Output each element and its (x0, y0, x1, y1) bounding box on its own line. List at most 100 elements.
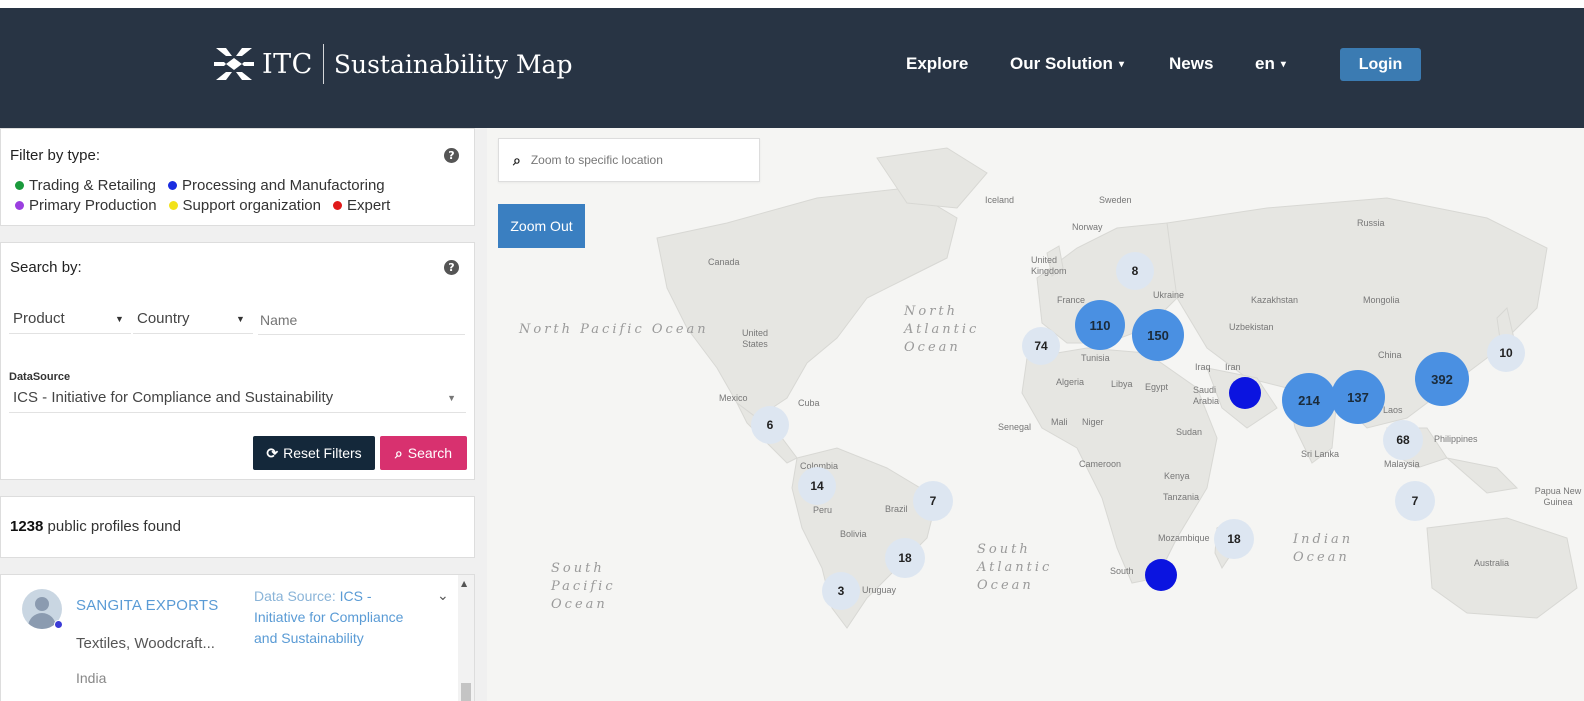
yellow-dot-icon (168, 201, 178, 210)
help-icon[interactable]: ? (444, 260, 459, 275)
red-dot-icon (332, 201, 342, 210)
place-label: Iraq (1195, 362, 1211, 372)
top-navbar: ITC Sustainability Map Explore Our Solut… (0, 0, 1584, 128)
place-label: Bolivia (840, 529, 867, 539)
profile-list: SANGITA EXPORTS Textiles, Woodcraft... I… (0, 574, 475, 701)
place-label: South (1110, 566, 1134, 576)
datasource-label: DataSource (9, 371, 71, 383)
map-cluster[interactable]: 8 (1116, 252, 1154, 290)
map-cluster[interactable]: 18 (1214, 519, 1254, 559)
zoom-out-button[interactable]: Zoom Out (498, 204, 585, 248)
map-cluster[interactable]: 392 (1415, 352, 1469, 406)
sidebar: Filter by type: ? Trading & Retailing Pr… (0, 128, 487, 701)
place-label: Senegal (998, 422, 1032, 432)
map-marker[interactable] (1229, 377, 1261, 409)
itc-logo-icon (214, 48, 254, 80)
avatar-head (35, 597, 49, 611)
map-cluster[interactable]: 214 (1282, 373, 1336, 427)
product-dropdown[interactable]: Product ▼ (9, 304, 131, 334)
filter-type-label: Processing and Manufactoring (182, 177, 385, 194)
ocean-label: Indian Ocean (1293, 532, 1354, 565)
filter-type-expert[interactable]: Expert (332, 197, 391, 214)
filter-type-label: Expert (346, 197, 391, 214)
map-cluster[interactable]: 6 (751, 406, 789, 444)
datasource-select[interactable]: ICS - Initiative for Compliance and Sust… (9, 383, 466, 413)
help-icon[interactable]: ? (444, 148, 459, 163)
filter-title: Filter by type: (10, 147, 101, 164)
place-label: China (1378, 350, 1402, 360)
caret-down-icon: ▼ (236, 313, 245, 324)
ocean-label: South Pacific Ocean (551, 561, 616, 612)
search-button[interactable]: ⌕ Search (380, 436, 467, 470)
place-label: Malaysia (1384, 459, 1420, 469)
place-label: Tanzania (1163, 492, 1200, 502)
map-cluster[interactable]: 68 (1383, 420, 1423, 460)
map-cluster[interactable]: 137 (1331, 370, 1385, 424)
login-button[interactable]: Login (1340, 48, 1421, 81)
nav-news[interactable]: News (1169, 54, 1213, 74)
ocean-label: South Atlantic Ocean (977, 542, 1053, 593)
results-suffix: public profiles found (47, 518, 181, 535)
map-landmass (656, 147, 1578, 629)
map-cluster[interactable]: 110 (1075, 300, 1125, 350)
filter-type-label: Trading & Retailing (29, 177, 157, 194)
map-cluster[interactable]: 10 (1487, 334, 1525, 372)
world-map[interactable]: North Pacific Ocean North Atlantic Ocean… (487, 128, 1584, 701)
map-cluster[interactable]: 7 (1395, 481, 1435, 521)
place-label: Mozambique (1158, 533, 1210, 543)
ocean-label: North Pacific Ocean (519, 322, 709, 337)
avatar-body (28, 613, 56, 629)
filter-panel: Filter by type: ? Trading & Retailing Pr… (0, 128, 475, 226)
filter-type-processing[interactable]: Processing and Manufactoring (168, 177, 385, 194)
scroll-thumb[interactable] (461, 683, 471, 701)
map-cluster[interactable]: 3 (822, 572, 860, 610)
nav-language[interactable]: en ▾ (1255, 54, 1286, 74)
filter-type-trading[interactable]: Trading & Retailing (15, 177, 156, 194)
place-label: Egypt (1145, 382, 1169, 392)
data-source-prefix: Data Source: (254, 588, 336, 604)
reset-filters-button[interactable]: ⟳ Reset Filters (253, 436, 375, 470)
chevron-down-icon: ▾ (1280, 59, 1286, 71)
filter-type-label: Primary Production (29, 197, 157, 214)
map-cluster[interactable]: 150 (1132, 309, 1184, 361)
results-count: 1238 (10, 518, 44, 535)
map-cluster[interactable]: 18 (885, 538, 925, 578)
place-label: Niger (1082, 417, 1104, 427)
map-cluster[interactable]: 74 (1022, 327, 1060, 365)
results-count-text: 1238 public profiles found (10, 518, 181, 535)
filter-type-support[interactable]: Support organization (168, 197, 321, 214)
filter-type-primary[interactable]: Primary Production (15, 197, 157, 214)
company-name-link[interactable]: SANGITA EXPORTS (76, 597, 218, 614)
country-dropdown[interactable]: Country ▼ (133, 304, 253, 334)
caret-down-icon: ▼ (447, 392, 456, 403)
place-label: Mongolia (1363, 295, 1400, 305)
nav-explore[interactable]: Explore (906, 54, 968, 74)
place-label: Iran (1225, 362, 1241, 372)
scroll-up-icon[interactable]: ▲ (461, 579, 467, 588)
reset-filters-label: Reset Filters (283, 445, 362, 461)
name-input[interactable] (258, 305, 465, 335)
nav-language-label: en (1255, 54, 1275, 73)
place-label: Laos (1383, 405, 1403, 415)
list-scrollbar[interactable]: ▲ (458, 575, 474, 701)
place-label: Papua New Guinea (1534, 486, 1582, 507)
filter-type-label: Support organization (182, 197, 321, 214)
place-label: Uruguay (862, 585, 897, 595)
country-dropdown-label: Country (137, 310, 190, 327)
filter-legend-row-2: Primary Production Support organization … (15, 197, 402, 214)
map-cluster[interactable]: 7 (913, 481, 953, 521)
place-label: Cuba (798, 398, 820, 408)
logo-divider (322, 44, 324, 84)
ocean-label: North Atlantic Ocean (904, 304, 980, 355)
filter-legend-row-1: Trading & Retailing Processing and Manuf… (15, 177, 397, 194)
place-label: Philippines (1434, 434, 1478, 444)
map-marker[interactable] (1145, 559, 1177, 591)
nav-our-solution[interactable]: Our Solution ▾ (1010, 54, 1124, 74)
place-label: Libya (1111, 379, 1133, 389)
itc-logo[interactable]: ITC Sustainability Map (212, 38, 572, 90)
map-location-search[interactable]: ⌕ Zoom to specific location (498, 138, 760, 182)
place-label: Ukraine (1153, 290, 1185, 300)
map-cluster[interactable]: 14 (798, 467, 836, 505)
chevron-down-icon[interactable]: ⌄ (437, 588, 449, 604)
place-label: Iceland (985, 195, 1015, 205)
